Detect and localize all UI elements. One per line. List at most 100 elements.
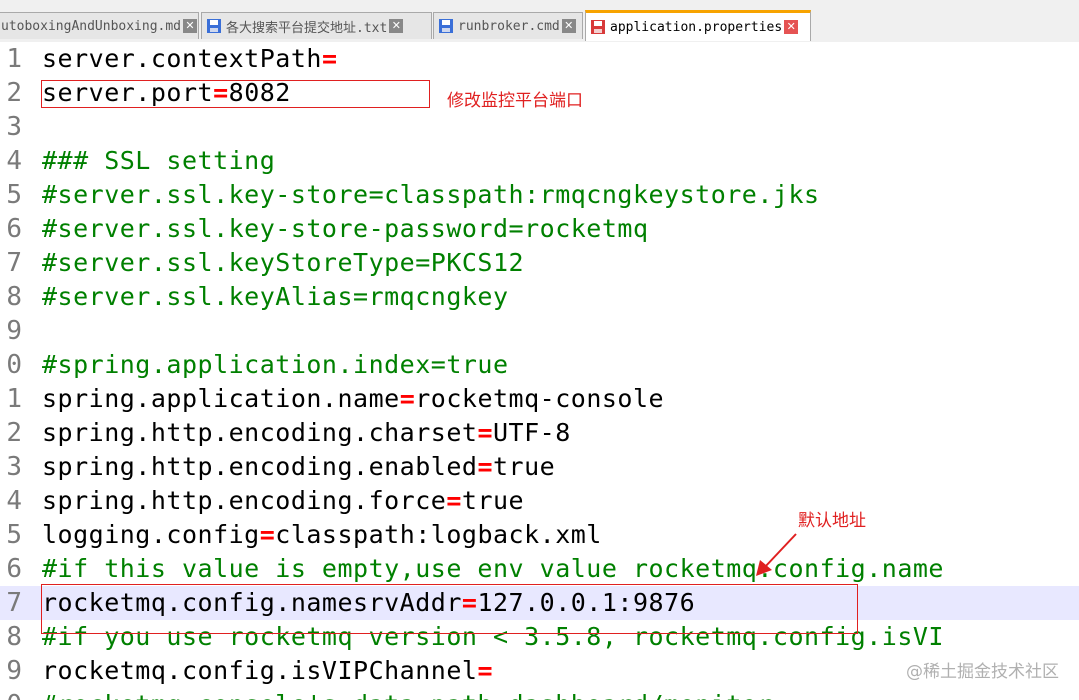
- line-number: 7: [6, 248, 22, 278]
- close-icon[interactable]: ✕: [561, 19, 576, 33]
- code-line[interactable]: 8 #server.ssl.keyAlias=rmqcngkey: [0, 280, 1079, 314]
- code-line[interactable]: 1 server.contextPath=: [0, 42, 1079, 76]
- property-value: true: [493, 452, 556, 481]
- arrow-icon: [756, 533, 797, 576]
- line-number: 6: [6, 554, 22, 584]
- tab-application-properties[interactable]: application.properties ✕: [585, 10, 811, 41]
- code-text: ### SSL setting: [42, 144, 275, 178]
- line-number: 2: [6, 78, 22, 108]
- code-text: spring.http.encoding.force=true: [42, 484, 524, 518]
- code-text: spring.http.encoding.charset=UTF-8: [42, 416, 571, 450]
- code-line[interactable]: 9: [0, 314, 1079, 348]
- tab-bar: utoboxingAndUnboxing.md ✕ 各大搜索平台提交地址.txt…: [0, 0, 1079, 43]
- property-key: spring.http.encoding.charset: [42, 418, 478, 447]
- namesrv-highlight-box: [41, 584, 858, 634]
- comment-text: #server.ssl.keyAlias=rmqcngkey: [42, 282, 509, 311]
- code-line[interactable]: 1 spring.application.name=rocketmq-consol…: [0, 382, 1079, 416]
- code-text: #server.ssl.key-store=classpath:rmqcngke…: [42, 178, 820, 212]
- save-file-icon: [207, 19, 221, 33]
- assignment-operator: =: [399, 384, 416, 413]
- code-text: #server.ssl.keyAlias=rmqcngkey: [42, 280, 509, 314]
- property-key: server.contextPath: [42, 44, 322, 73]
- code-editor[interactable]: 1 server.contextPath= 2 server.port=8082 3 4 #…: [0, 42, 1079, 700]
- line-number: 4: [6, 486, 22, 516]
- save-file-icon: [439, 19, 453, 33]
- close-icon[interactable]: ✕: [183, 19, 198, 33]
- property-value: true: [461, 486, 525, 515]
- tab-label: 各大搜索平台提交地址.txt: [226, 20, 388, 36]
- code-line[interactable]: 3 spring.http.encoding.enabled=true: [0, 450, 1079, 484]
- code-line[interactable]: 6 #server.ssl.key-store-password=rocketmq: [0, 212, 1079, 246]
- code-text: #server.ssl.key-store-password=rocketmq: [42, 212, 649, 246]
- code-line[interactable]: 5 logging.config=classpath:logback.xml: [0, 518, 1079, 552]
- save-file-icon: [591, 20, 605, 34]
- tab-label: utoboxingAndUnboxing.md: [1, 18, 182, 34]
- assignment-operator: =: [477, 418, 493, 447]
- comment-text: #server.ssl.keyStoreType=PKCS12: [42, 248, 525, 277]
- line-number: 3: [6, 112, 22, 142]
- tab-label: runbroker.cmd: [458, 18, 560, 34]
- close-icon[interactable]: ✕: [389, 19, 404, 33]
- code-line[interactable]: 0 #spring.application.index=true: [0, 348, 1079, 382]
- code-text: #server.ssl.keyStoreType=PKCS12: [42, 246, 524, 280]
- code-line[interactable]: 5 #server.ssl.key-store=classpath:rmqcngk…: [0, 178, 1079, 212]
- code-line[interactable]: 2 spring.http.encoding.charset=UTF-8: [0, 416, 1079, 450]
- tab-label: application.properties: [610, 19, 783, 35]
- line-number: 5: [6, 520, 22, 550]
- line-number: 6: [6, 214, 22, 244]
- code-text: #spring.application.index=true: [42, 348, 509, 382]
- toolbar-strip: [0, 0, 1079, 10]
- line-number: 8: [6, 622, 22, 652]
- code-text: rocketmq.config.isVIPChannel=: [42, 654, 493, 688]
- tab-runbroker-cmd[interactable]: runbroker.cmd ✕: [433, 12, 583, 39]
- comment-text: ### SSL setting: [42, 146, 276, 175]
- default-address-annotation: 默认地址: [798, 511, 866, 531]
- port-highlight-box: [41, 80, 430, 108]
- property-key: spring.http.encoding.force: [42, 486, 447, 515]
- line-number: 5: [6, 180, 22, 210]
- code-text: server.contextPath=: [42, 42, 338, 76]
- line-number: 0: [0, 688, 22, 700]
- comment-text: #spring.application.index=true: [42, 350, 509, 379]
- line-number: 4: [6, 146, 22, 176]
- line-number: 9: [6, 656, 22, 686]
- code-text: spring.http.encoding.enabled=true: [42, 450, 555, 484]
- line-number: 7: [6, 588, 22, 618]
- line-number: 1: [6, 384, 22, 414]
- code-line[interactable]: 4 spring.http.encoding.force=true: [0, 484, 1079, 518]
- line-number: 1: [6, 44, 22, 74]
- property-key: rocketmq.config.isVIPChannel: [42, 656, 478, 685]
- code-line[interactable]: 4 ### SSL setting: [0, 144, 1079, 178]
- comment-text: #server.ssl.key-store-password=rocketmq: [42, 214, 649, 243]
- property-value: classpath:logback.xml: [275, 520, 602, 549]
- code-line[interactable]: 0 #rocketmq-console's data path:dashboard…: [0, 688, 1079, 700]
- code-line[interactable]: 3: [0, 110, 1079, 144]
- code-line[interactable]: 7 #server.ssl.keyStoreType=PKCS12: [0, 246, 1079, 280]
- line-number: 0: [6, 350, 22, 380]
- assignment-operator: =: [477, 656, 493, 685]
- property-value: rocketmq-console: [415, 384, 665, 413]
- line-number: 9: [6, 316, 22, 346]
- line-number: 2: [6, 418, 22, 448]
- property-value: UTF-8: [493, 418, 571, 447]
- code-text: logging.config=classpath:logback.xml: [42, 518, 602, 552]
- line-number: 8: [6, 282, 22, 312]
- property-key: logging.config: [42, 520, 260, 549]
- comment-text: #rocketmq-console's data path:dashboard/…: [42, 690, 773, 700]
- line-number: 3: [6, 452, 22, 482]
- code-line[interactable]: 6 #if this value is empty,use env value r…: [0, 552, 1079, 586]
- port-annotation: 修改监控平台端口: [447, 91, 583, 111]
- watermark: @稀土掘金技术社区: [906, 662, 1059, 682]
- assignment-operator: =: [446, 486, 462, 515]
- comment-text: #server.ssl.key-store=classpath:rmqcngke…: [42, 180, 820, 209]
- assignment-operator: =: [321, 44, 338, 73]
- assignment-operator: =: [477, 452, 493, 481]
- assignment-operator: =: [259, 520, 276, 549]
- tab-autoboxing-md[interactable]: utoboxingAndUnboxing.md ✕: [0, 12, 199, 39]
- property-key: spring.application.name: [42, 384, 400, 413]
- code-text: #rocketmq-console's data path:dashboard/…: [42, 688, 773, 700]
- close-icon[interactable]: ✕: [784, 20, 799, 34]
- property-key: spring.http.encoding.enabled: [42, 452, 478, 481]
- tab-search-platforms-txt[interactable]: 各大搜索平台提交地址.txt ✕: [201, 12, 432, 39]
- code-text: spring.application.name=rocketmq-console: [42, 382, 664, 416]
